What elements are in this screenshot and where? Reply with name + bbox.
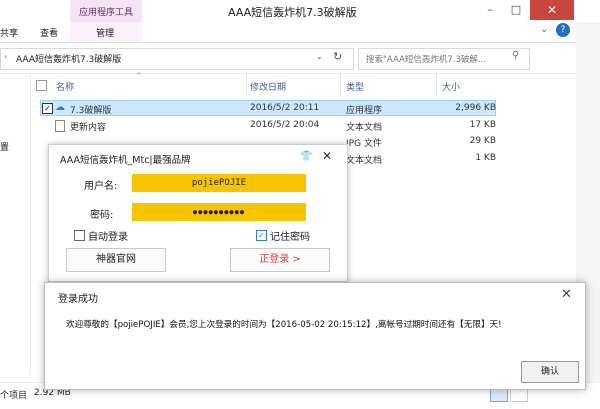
refresh-icon[interactable]: ↻ [333, 50, 342, 63]
minimize-button[interactable]: – [480, 2, 500, 18]
status-item-count: 个项目 [0, 391, 28, 401]
tab-share[interactable]: 共享 [0, 26, 18, 39]
file-size: 2,996 KB [455, 103, 496, 113]
auto-login-label[interactable]: 自动登录 [88, 228, 128, 243]
password-field[interactable]: ●●●●●●●●●● [132, 203, 306, 221]
login-button[interactable]: 正登录 > [230, 248, 330, 272]
skin-icon[interactable]: 👕 [300, 151, 312, 162]
file-size: 29 KB [469, 136, 496, 146]
password-label: 密码: [90, 210, 114, 221]
login-dialog-title: AAA短信轰炸机_Mtc|最强品牌 [60, 155, 191, 166]
message-box [44, 282, 586, 390]
username-field[interactable]: pojiePOJIE [132, 174, 306, 192]
help-icon[interactable]: ? [556, 23, 570, 37]
window-title: AAA短信轰炸机7.3破解版 [228, 6, 357, 19]
app-icon: ☁ [55, 102, 65, 113]
tab-manage[interactable]: 管理 [96, 26, 114, 39]
search-icon[interactable]: ⚲ [512, 50, 519, 61]
column-separator [436, 74, 437, 96]
search-placeholder: 搜索"AAA短信轰炸机7.3破解... [366, 55, 486, 65]
remember-checkbox[interactable]: ✓ [256, 230, 267, 241]
file-type: 应用程序 [346, 106, 383, 116]
close-button[interactable]: ✕ [530, 0, 574, 20]
context-tab-group-label: 应用程序工具 [78, 8, 133, 18]
nav-pane-divider [30, 74, 31, 374]
address-dropdown-icon[interactable]: ⌄ [316, 52, 323, 61]
maximize-button[interactable]: □ [506, 2, 526, 18]
path-chevron-icon: › [4, 52, 8, 61]
file-type: 文本文档 [346, 123, 383, 133]
file-name[interactable]: 更新内容 [70, 120, 106, 133]
message-close-icon[interactable]: ✕ [561, 287, 572, 302]
column-separator [340, 74, 341, 96]
text-file-icon [55, 120, 65, 132]
column-header-size[interactable]: 大小 [442, 80, 460, 93]
nav-pane-item[interactable]: 置 [0, 140, 9, 153]
file-type: JPG 文件 [346, 139, 382, 149]
official-site-button[interactable]: 神器官网 [66, 248, 166, 272]
message-title: 登录成功 [58, 294, 98, 305]
sort-arrow-icon: ^ [136, 72, 142, 80]
ok-button[interactable]: 确认 [521, 361, 579, 383]
column-separator [246, 74, 247, 96]
message-text: 欢迎尊敬的【pojiePOJIE】会员,您上次登录的时间为【2016-05-02… [66, 320, 502, 330]
context-tab-group: 应用程序工具 [70, 0, 142, 22]
column-header-date[interactable]: 修改日期 [250, 80, 286, 93]
file-name[interactable]: 7.3破解版 [70, 103, 111, 116]
file-size: 17 KB [469, 120, 496, 130]
file-type: 文本文档 [346, 156, 383, 166]
file-date: 2016/5/2 20:11 [250, 103, 320, 113]
auto-login-checkbox[interactable] [74, 230, 85, 241]
select-all-checkbox[interactable] [36, 80, 47, 91]
dialog-close-icon[interactable]: ✕ [322, 149, 332, 163]
file-size: 1 KB [475, 153, 496, 163]
address-path[interactable]: AAA短信轰炸机7.3破解版 [16, 52, 121, 65]
username-label: 用户名: [84, 181, 118, 192]
column-header-name[interactable]: 名称 [56, 80, 74, 93]
column-header-type[interactable]: 类型 [346, 80, 364, 93]
remember-label[interactable]: 记住密码 [270, 228, 310, 243]
row-checkbox[interactable]: ✓ [42, 103, 53, 114]
ribbon-collapse-icon[interactable]: ⌄ [540, 24, 548, 35]
file-date: 2016/5/2 20:04 [250, 120, 320, 130]
tab-view[interactable]: 查看 [40, 26, 58, 39]
